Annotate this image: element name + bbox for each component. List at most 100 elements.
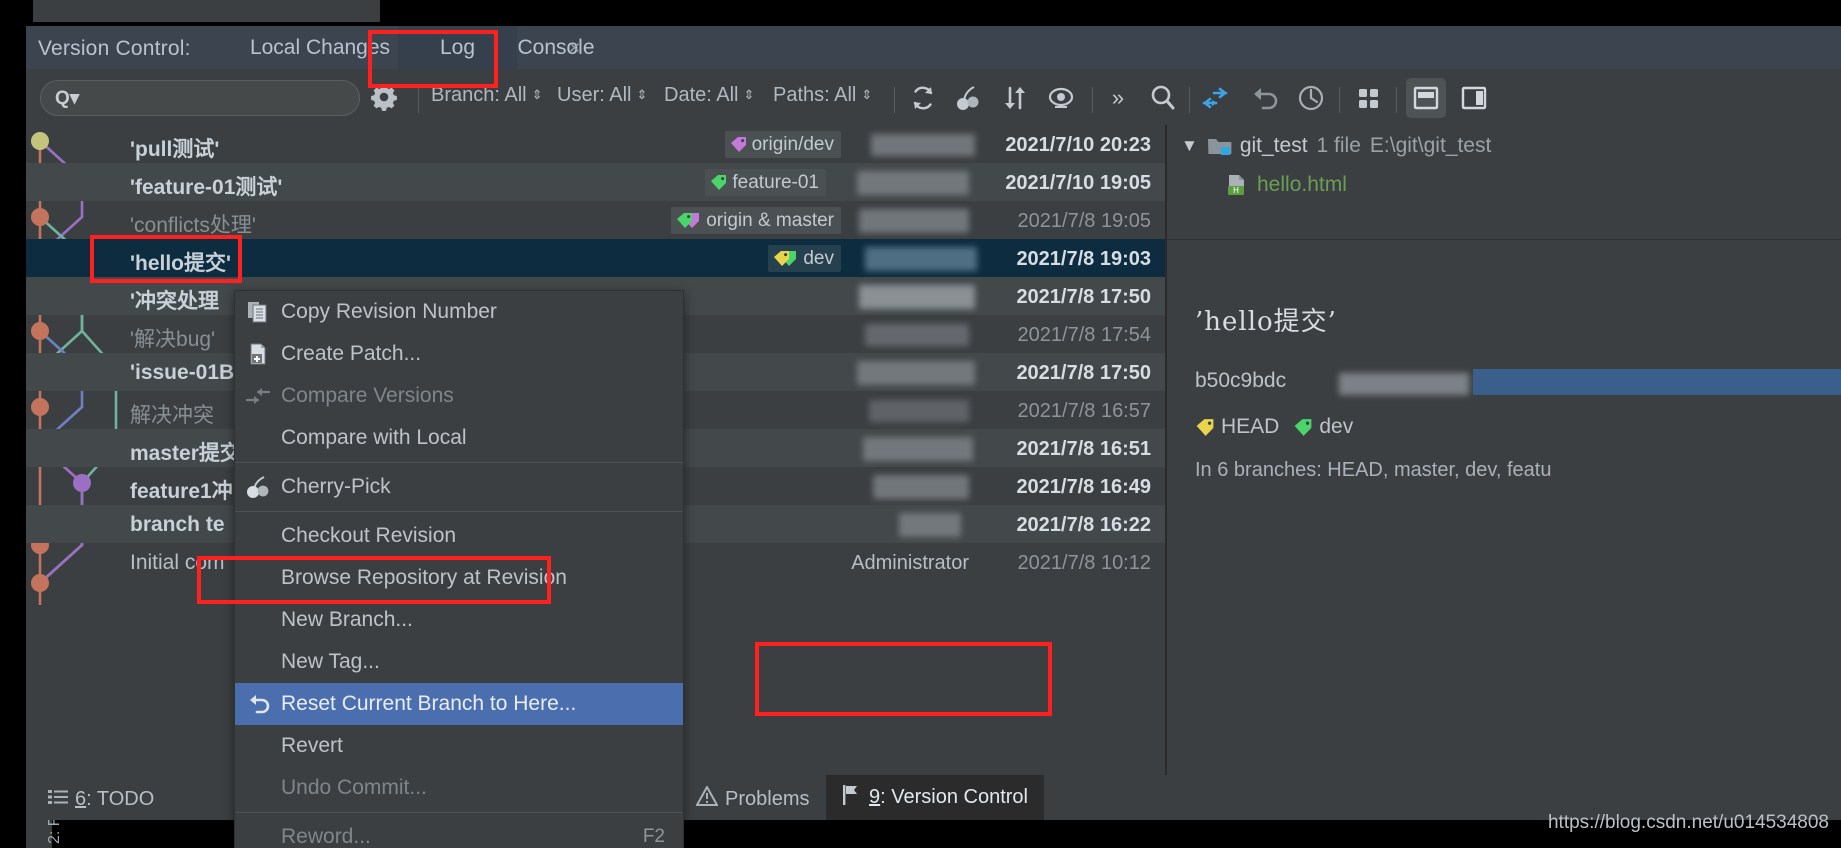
filter-date[interactable]: Date: All ⇕	[664, 84, 754, 112]
tree-root-row[interactable]: ▼ git_test 1 file E:\git\git_test	[1181, 134, 1491, 158]
table-row[interactable]: 'pull测试' origin/dev 2021/7/10 20:23	[26, 125, 1165, 163]
status-item-version-control-label: 9: Version Control	[869, 786, 1028, 808]
status-item-todo[interactable]: 6: TODO	[48, 785, 154, 813]
menu-item-checkout-revision[interactable]: Checkout Revision	[235, 515, 683, 557]
menu-item-label: Create Patch...	[281, 342, 422, 365]
chevron-down-icon[interactable]: ▼	[1181, 136, 1198, 156]
commit-subject: 'feature-01测试'	[130, 176, 283, 199]
commit-date: 2021/7/8 16:22	[1016, 514, 1151, 536]
commit-subject: feature1冲	[130, 480, 233, 503]
cherry-pick-icon[interactable]	[952, 81, 986, 115]
commit-date: 2021/7/10 20:23	[1005, 134, 1151, 156]
tab-console[interactable]: Console	[485, 26, 627, 69]
author-redacted	[869, 400, 969, 422]
history-icon[interactable]	[1294, 81, 1328, 115]
grid-icon[interactable]	[1351, 81, 1385, 115]
filter-paths-label: Paths: All	[773, 84, 857, 106]
gear-icon[interactable]	[371, 83, 397, 111]
collapse-icon[interactable]	[1198, 81, 1232, 115]
menu-item-reset-current-branch-to-here[interactable]: Reset Current Branch to Here...	[235, 683, 683, 725]
toolbar-separator	[894, 87, 895, 113]
chevron-updown-icon: ⇕	[861, 87, 873, 102]
copy-icon	[235, 300, 281, 324]
tree-root-name: git_test	[1239, 134, 1308, 157]
menu-item-shortcut: F2	[642, 826, 665, 847]
filter-paths[interactable]: Paths: All ⇕	[773, 84, 873, 112]
toolbar-separator	[1339, 87, 1340, 113]
detail-refs: HEAD dev	[1195, 415, 1353, 439]
filter-date-label: Date: All	[664, 84, 739, 106]
ref-chip[interactable]: dev	[768, 245, 841, 272]
close-icon[interactable]: ×	[569, 39, 580, 58]
menu-item-new-branch[interactable]: New Branch...	[235, 599, 683, 641]
revert-icon[interactable]	[1248, 81, 1282, 115]
menu-item-compare-with-local[interactable]: Compare with Local	[235, 417, 683, 459]
commit-subject: branch te	[130, 513, 225, 536]
table-row[interactable]: 'feature-01测试' feature-01 2021/7/10 19:0…	[26, 163, 1165, 201]
branch-tag-icon	[730, 136, 747, 153]
watermark: https://blog.csdn.net/u014534808	[1547, 812, 1829, 833]
commit-subject: 'pull测试'	[130, 138, 220, 161]
table-row[interactable]: 'conflicts处理' origin & master 2021/7/8 1…	[26, 201, 1165, 239]
tab-local-changes[interactable]: Local Changes	[222, 26, 418, 69]
menu-item-label: Browse Repository at Revision	[281, 566, 567, 589]
status-item-todo-label: 6: TODO	[75, 787, 155, 810]
tab-console-label: Console	[517, 35, 595, 59]
eye-icon[interactable]	[1044, 81, 1078, 115]
commit-date: 2021/7/8 16:51	[1016, 438, 1151, 460]
author-redacted	[865, 247, 977, 271]
menu-item-create-patch[interactable]: Create Patch...	[235, 333, 683, 375]
commit-date: 2021/7/8 17:50	[1016, 286, 1151, 308]
ref-chip[interactable]: origin & master	[671, 207, 841, 234]
layout-right-icon[interactable]	[1454, 78, 1494, 118]
menu-item-reword: Reword... F2	[235, 816, 683, 848]
branch-tag-icon	[1293, 418, 1313, 437]
sort-icon[interactable]	[998, 81, 1032, 115]
ref-chip-label: feature-01	[732, 171, 819, 193]
menu-separator	[235, 511, 683, 512]
refresh-icon[interactable]	[906, 81, 940, 115]
status-item-version-control[interactable]: 9: Version Control	[826, 775, 1044, 820]
commit-date: 2021/7/8 17:54	[1017, 324, 1151, 346]
detail-commit-hash[interactable]: b50c9bdc	[1195, 369, 1286, 393]
filter-branch[interactable]: Branch: All ⇕	[431, 84, 543, 112]
search-icon[interactable]	[1146, 81, 1180, 115]
search-input[interactable]: Q▾	[40, 80, 360, 116]
commit-date: 2021/7/8 19:05	[1017, 210, 1151, 232]
tab-local-changes-label: Local Changes	[249, 35, 391, 59]
status-item-problems-label: Problems	[725, 787, 810, 810]
menu-item-revert[interactable]: Revert	[235, 725, 683, 767]
commit-subject: 'conflicts处理'	[130, 214, 256, 237]
table-row[interactable]: 'hello提交' dev 2021/7/8 19:03	[26, 239, 1165, 277]
detail-commit-subject: ’hello提交’	[1195, 307, 1337, 337]
commit-date: 2021/7/8 10:12	[1017, 552, 1151, 574]
layout-bottom-icon[interactable]	[1406, 78, 1446, 118]
changed-files-tree[interactable]: ▼ git_test 1 file E:\git\git_test H hell…	[1167, 125, 1841, 239]
menu-separator	[235, 462, 683, 463]
editor-tab-strip	[33, 0, 380, 22]
ref-chip[interactable]: origin/dev	[724, 131, 841, 158]
commit-date: 2021/7/8 16:49	[1016, 476, 1151, 498]
detail-ref-head: HEAD	[1221, 415, 1280, 438]
toolbar-separator	[418, 87, 419, 113]
folder-icon	[1207, 135, 1233, 157]
tree-file-row[interactable]: H hello.html	[1225, 173, 1347, 197]
commit-subject: 'issue-01B	[130, 361, 235, 384]
more-chevrons-icon[interactable]: »	[1101, 81, 1135, 115]
status-item-problems[interactable]: Problems	[695, 784, 810, 813]
ref-chip[interactable]: feature-01	[705, 169, 826, 196]
menu-item-new-tag[interactable]: New Tag...	[235, 641, 683, 683]
author-redacted	[899, 513, 961, 537]
menu-item-copy-revision-number[interactable]: Copy Revision Number	[235, 291, 683, 333]
menu-item-browse-repository-at-revision[interactable]: Browse Repository at Revision	[235, 557, 683, 599]
detail-ref-dev: dev	[1319, 415, 1354, 438]
filter-user[interactable]: User: All ⇕	[557, 84, 647, 112]
menu-item-compare-versions: Compare Versions	[235, 375, 683, 417]
branch-icon	[842, 784, 862, 812]
commit-context-menu[interactable]: Copy Revision Number Create Patch... Com…	[234, 290, 684, 848]
selected-text-highlight	[1473, 369, 1841, 395]
menu-item-label: Revert	[281, 734, 343, 757]
menu-item-cherry-pick[interactable]: Cherry-Pick	[235, 466, 683, 508]
chevron-updown-icon: ⇕	[531, 87, 543, 102]
tab-log-label: Log	[439, 35, 476, 59]
